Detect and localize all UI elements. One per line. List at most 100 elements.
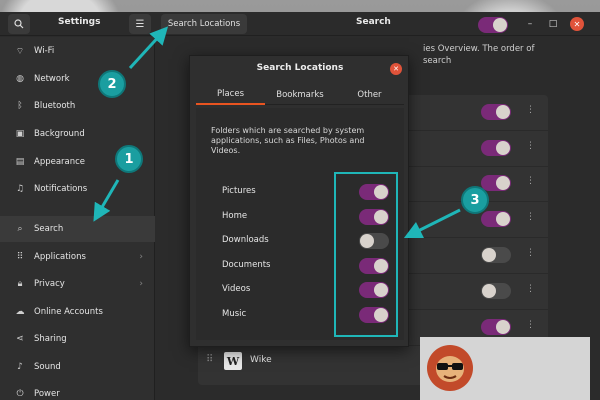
sidebar-item-label: Background [34, 129, 85, 139]
drag-handle-icon[interactable]: ⠿ [206, 354, 213, 365]
sidebar-item-label: Power [34, 389, 60, 399]
toggles-highlight-box [334, 172, 398, 337]
more-options-icon[interactable]: ⋮ [526, 105, 535, 115]
dialog-close-button[interactable]: ✕ [390, 63, 402, 75]
search-locations-button[interactable]: Search Locations [161, 14, 247, 34]
place-label: Documents [222, 260, 271, 270]
appearance-icon: ▤ [15, 157, 25, 167]
place-label: Videos [222, 284, 251, 294]
sidebar-item-sharing[interactable]: ⋖ Sharing [0, 326, 155, 352]
power-icon: ⏻ [16, 389, 24, 399]
sidebar: ⌔ Wi-Fi ◍ Network ᛒ Bluetooth ▣ Background ▤… [0, 37, 155, 400]
background-icon: ▣ [15, 129, 25, 139]
place-label: Pictures [222, 186, 256, 196]
maximize-button[interactable]: □ [546, 17, 560, 31]
sidebar-item-power[interactable]: ⏻ Power [0, 381, 155, 400]
more-options-icon[interactable]: ⋮ [526, 212, 535, 222]
toggle-knob [496, 176, 510, 190]
tab-places[interactable]: Places [196, 85, 265, 105]
more-options-icon[interactable]: ⋮ [526, 141, 535, 151]
sidebar-item-label: Online Accounts [34, 307, 103, 317]
callout-badge-2: 2 [98, 70, 126, 98]
sidebar-item-label: Applications [34, 252, 86, 262]
place-label: Music [222, 309, 247, 319]
sidebar-item-wifi[interactable]: ⌔ Wi-Fi [0, 38, 155, 64]
close-button[interactable]: ✕ [570, 17, 584, 31]
app-search-toggle[interactable] [481, 104, 511, 120]
sidebar-item-sound[interactable]: ♪ Sound [0, 354, 155, 380]
more-options-icon[interactable]: ⋮ [526, 176, 535, 186]
sidebar-item-label: Network [34, 74, 70, 84]
sidebar-item-online-accounts[interactable]: ☁ Online Accounts [0, 299, 155, 325]
minimize-button[interactable]: – [523, 17, 537, 31]
places-description: Folders which are searched by system app… [211, 126, 365, 155]
page-title: Search [356, 17, 391, 27]
toggle-knob [482, 284, 496, 298]
toggle-knob [482, 248, 496, 262]
sunglasses-face-icon [436, 356, 464, 382]
sidebar-item-label: Wi-Fi [34, 46, 55, 56]
more-options-icon[interactable]: ⋮ [526, 320, 535, 330]
sidebar-item-search[interactable]: ⌕ Search [0, 216, 155, 242]
callout-badge-3: 3 [461, 186, 489, 214]
toggle-knob [496, 141, 510, 155]
sidebar-item-label: Sound [34, 362, 61, 372]
sidebar-item-label: Sharing [34, 334, 67, 344]
tab-bookmarks[interactable]: Bookmarks [265, 85, 335, 105]
toggle-knob [496, 212, 510, 226]
sidebar-item-notifications[interactable]: ♫ Notifications [0, 176, 155, 202]
more-options-icon[interactable]: ⋮ [526, 284, 535, 294]
music-note-icon: ♪ [17, 362, 23, 372]
toggle-knob [496, 105, 510, 119]
search-master-toggle[interactable] [478, 17, 508, 33]
tab-other[interactable]: Other [335, 85, 404, 105]
app-search-toggle[interactable] [481, 140, 511, 156]
hamburger-icon: ☰ [135, 18, 145, 30]
network-icon: ◍ [16, 74, 24, 84]
search-icon [14, 19, 24, 29]
share-icon: ⋖ [16, 334, 24, 344]
sidebar-item-label: Notifications [34, 184, 88, 194]
app-search-toggle[interactable] [481, 175, 511, 191]
sidebar-search-button[interactable] [8, 14, 30, 34]
online-accounts-icon: ☁ [15, 307, 25, 317]
app-name: Wike [250, 355, 272, 365]
close-icon: ✕ [573, 19, 581, 29]
sidebar-item-label: Bluetooth [34, 101, 76, 111]
toggle-knob [493, 18, 507, 32]
bell-icon: ♫ [15, 184, 25, 194]
sidebar-item-bluetooth[interactable]: ᛒ Bluetooth [0, 93, 155, 119]
sidebar-item-network[interactable]: ◍ Network [0, 66, 155, 92]
wikipedia-icon: W [224, 352, 242, 370]
sidebar-item-applications[interactable]: ⠿ Applications › [0, 244, 155, 270]
sidebar-item-label: Search [34, 224, 64, 234]
maximize-icon: □ [548, 19, 558, 29]
close-icon: ✕ [393, 65, 399, 73]
more-options-icon[interactable]: ⋮ [526, 248, 535, 258]
window-title: Settings [58, 17, 101, 27]
app-search-toggle[interactable] [481, 319, 511, 335]
chevron-right-icon: › [139, 252, 143, 262]
app-search-toggle[interactable] [481, 247, 511, 263]
sidebar-item-label: Privacy [34, 279, 65, 289]
app-search-toggle[interactable] [481, 211, 511, 227]
callout-badge-1: 1 [115, 145, 143, 173]
sidebar-item-privacy[interactable]: 🔒︎ Privacy › [0, 271, 155, 297]
wifi-icon: ⌔ [15, 46, 25, 57]
dialog-title: Search Locations [256, 63, 344, 73]
chevron-right-icon: › [139, 279, 143, 289]
sidebar-item-background[interactable]: ▣ Background [0, 121, 155, 147]
sidebar-item-label: Appearance [34, 157, 86, 167]
hamburger-menu-button[interactable]: ☰ [129, 14, 151, 34]
search-icon: ⌕ [17, 224, 23, 234]
title-bar: Settings ☰ Search Locations Search – □ ✕ [0, 12, 600, 36]
toggle-knob [496, 320, 510, 334]
app-search-toggle[interactable] [481, 283, 511, 299]
minimize-icon: – [527, 19, 533, 29]
place-label: Downloads [222, 235, 269, 245]
grid-icon: ⠿ [16, 252, 24, 262]
place-label: Home [222, 211, 248, 221]
lock-icon: 🔒︎ [17, 279, 23, 289]
dialog-tabs: Places Bookmarks Other [196, 85, 404, 105]
bluetooth-icon: ᛒ [17, 101, 23, 111]
